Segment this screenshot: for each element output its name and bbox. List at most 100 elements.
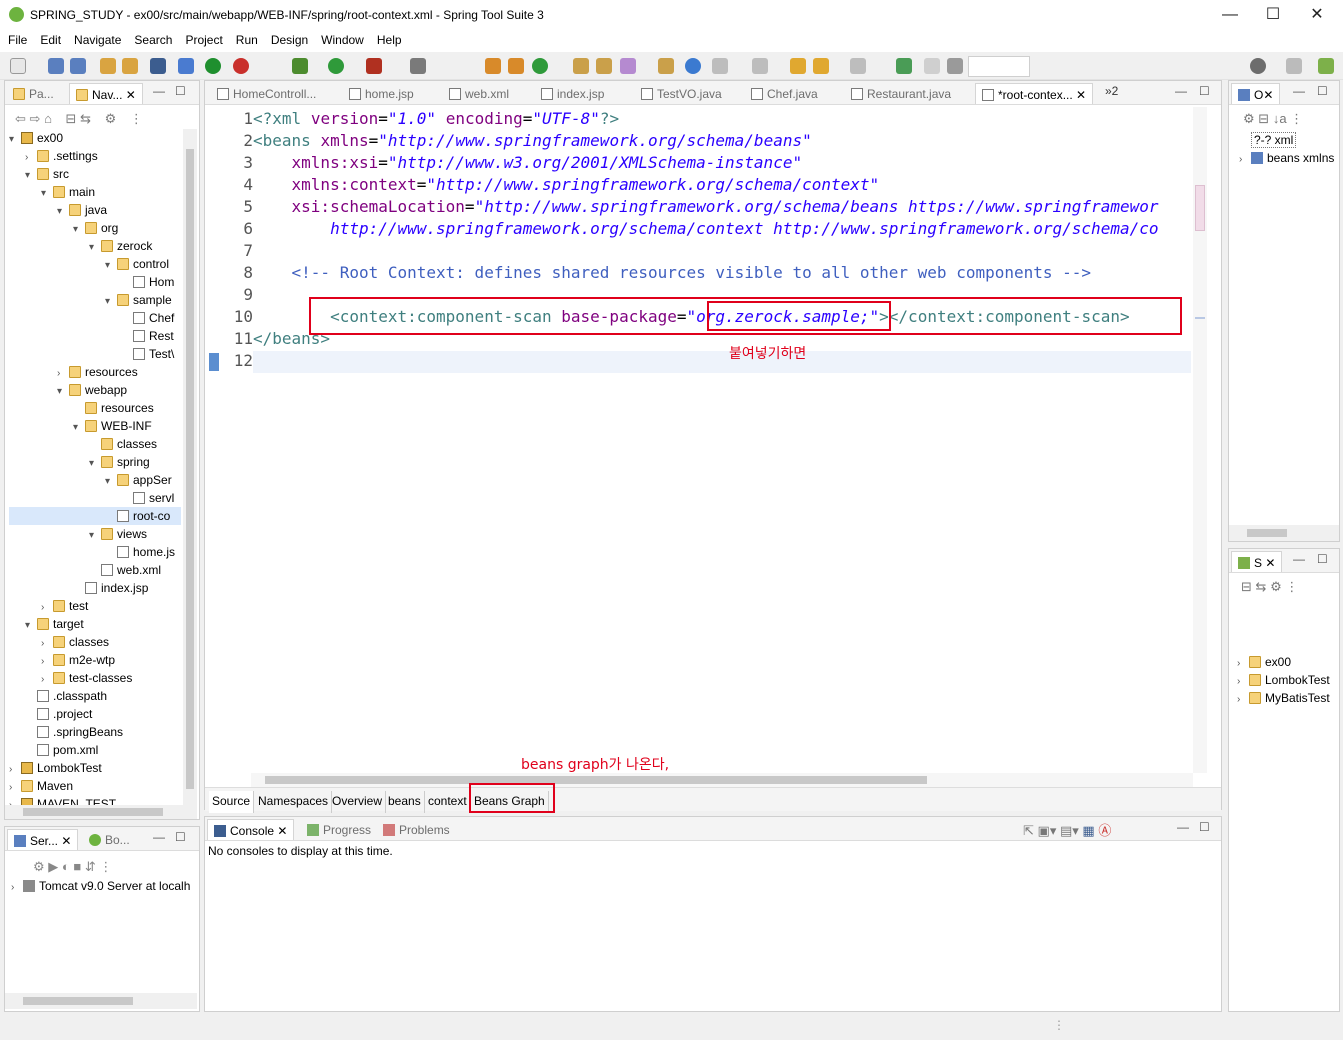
console-icon[interactable] (150, 58, 166, 74)
server-item[interactable]: › Tomcat v9.0 Server at localh (11, 877, 190, 895)
expand-arrow-icon[interactable]: ▾ (89, 455, 101, 473)
menu-window[interactable]: Window (313, 30, 369, 47)
tree-item[interactable]: › .settings (9, 147, 181, 165)
tree-item[interactable]: root-co (9, 507, 181, 525)
editor-tab[interactable]: home.jsp (343, 83, 420, 104)
server-publish-icon[interactable]: ⇵ (85, 859, 96, 874)
outline-scrollbar[interactable] (1229, 525, 1339, 541)
server-profile-icon[interactable]: ◐ (62, 859, 70, 874)
globe-icon[interactable] (685, 58, 701, 74)
tab-outline[interactable]: O✕ (1231, 83, 1281, 104)
spring-filter-icon[interactable]: ⚙ (1270, 579, 1282, 594)
filter-icon[interactable]: ⚙ (105, 111, 117, 126)
expand-arrow-icon[interactable]: ▾ (105, 257, 117, 275)
tab-package-explorer[interactable]: Pa... (7, 83, 60, 104)
editor-page-tab[interactable]: Source (209, 791, 255, 813)
new-icon[interactable] (10, 58, 26, 74)
spring-link-icon[interactable]: ⇆ (1256, 579, 1267, 594)
close-button[interactable]: ✕ (1303, 4, 1331, 26)
code-line-1[interactable]: <?xml version="1.0" encoding="UTF-8"?> (253, 109, 619, 128)
editor-tabs-overflow[interactable]: »2 (1105, 84, 1118, 98)
menu-search[interactable]: Search (126, 30, 177, 47)
editor-page-tab[interactable]: beans (385, 791, 425, 813)
spring-project-item[interactable]: › ex00 (1237, 653, 1330, 671)
forward-icon[interactable] (850, 58, 866, 74)
editor-horizontal-scrollbar[interactable] (251, 773, 1193, 787)
open-folder-icon[interactable] (658, 58, 674, 74)
collapse-all-icon[interactable]: ⊟ (66, 111, 77, 126)
open-resource-icon[interactable] (596, 58, 612, 74)
expand-arrow-icon[interactable]: ▾ (89, 527, 101, 545)
tree-item[interactable]: › test-classes (9, 669, 181, 687)
search-icon[interactable] (620, 58, 636, 74)
home-icon[interactable]: ⌂ (44, 111, 52, 126)
tree-item[interactable]: ▾ org (9, 219, 181, 237)
expand-arrow-icon[interactable]: ▾ (73, 221, 85, 239)
outline-filter-icon[interactable]: ⚙ (1243, 111, 1255, 126)
open-type-icon[interactable] (573, 58, 589, 74)
tree-item[interactable]: resources (9, 399, 181, 417)
editor-maximize-icon[interactable]: ☐ (1199, 84, 1210, 98)
code-line-6[interactable]: http://www.springframework.org/schema/co… (253, 219, 1158, 238)
tree-item[interactable]: ▾ ex00 (9, 129, 181, 147)
tree-item[interactable]: Hom (9, 273, 181, 291)
code-line-2[interactable]: <beans xmlns="http://www.springframework… (253, 131, 812, 150)
code-line-4[interactable]: xmlns:context="http://www.springframewor… (253, 175, 880, 194)
editor-tab[interactable]: TestVO.java (635, 83, 728, 104)
outline-sort-icon[interactable]: ↓a (1273, 111, 1287, 126)
editor-page-tab[interactable]: context (425, 791, 471, 813)
minimize-button[interactable]: — (1216, 4, 1244, 26)
spring-boot-icon[interactable] (233, 58, 249, 74)
debug-icon[interactable] (292, 58, 308, 74)
tab-problems[interactable]: Problems (377, 819, 456, 840)
new-java-icon[interactable] (485, 58, 501, 74)
project-tree[interactable]: ▾ ex00 › .settings ▾ src ▾ main ▾ java ▾ org ▾ zerock… (9, 129, 181, 805)
link-editor-icon[interactable]: ⇆ (80, 111, 91, 126)
editor-tab[interactable]: HomeControll... (211, 83, 322, 104)
code-line-5[interactable]: xsi:schemaLocation="http://www.springfra… (253, 197, 1159, 216)
outline-menu-icon[interactable]: ⋮ (1290, 111, 1303, 126)
tree-item[interactable]: Chef (9, 309, 181, 327)
tree-horizontal-scrollbar[interactable] (5, 805, 197, 819)
tree-item[interactable]: ▾ java (9, 201, 181, 219)
tree-item[interactable]: classes (9, 435, 181, 453)
expand-arrow-icon[interactable]: ▾ (105, 293, 117, 311)
menu-project[interactable]: Project (177, 30, 227, 47)
tree-item[interactable]: › m2e-wtp (9, 651, 181, 669)
server-start-icon[interactable]: ▶ (48, 859, 58, 874)
outline-minimize-icon[interactable]: — (1293, 84, 1305, 98)
tab-spring-explorer[interactable]: S ✕ (1231, 551, 1283, 572)
code-line-8[interactable]: <!-- Root Context: defines shared resour… (253, 263, 1092, 282)
expand-arrow-icon[interactable]: ▾ (105, 473, 117, 491)
code-line-3[interactable]: xmlns:xsi="http://www.w3.org/2001/XMLSch… (253, 153, 803, 172)
outline-item[interactable]: ?-? xml (1239, 131, 1334, 149)
save-icon[interactable] (48, 58, 64, 74)
new-package-icon[interactable] (508, 58, 524, 74)
tree-item[interactable]: web.xml (9, 561, 181, 579)
external-tools-icon[interactable] (366, 58, 382, 74)
spring-collapse-icon[interactable]: ⊟ (1241, 579, 1252, 594)
tree-item[interactable]: › classes (9, 633, 181, 651)
pen-icon[interactable] (924, 58, 940, 74)
tree-item[interactable]: › test (9, 597, 181, 615)
expand-arrow-icon[interactable]: ▾ (25, 167, 37, 185)
expand-arrow-icon[interactable]: ▾ (57, 203, 69, 221)
spring-project-item[interactable]: › MyBatisTest (1237, 689, 1330, 707)
tab-progress[interactable]: Progress (301, 819, 377, 840)
editor-vertical-scrollbar[interactable] (1193, 107, 1207, 773)
grid-icon[interactable] (947, 58, 963, 74)
tree-item[interactable]: ▾ sample (9, 291, 181, 309)
spring-maximize-icon[interactable]: ☐ (1317, 552, 1328, 566)
tree-item[interactable]: ▾ WEB-INF (9, 417, 181, 435)
minimize-view-icon[interactable]: — (153, 84, 165, 98)
tree-item[interactable]: ▾ spring (9, 453, 181, 471)
tab-navigator[interactable]: Nav... ✕ (69, 83, 143, 104)
tree-item[interactable]: Rest (9, 327, 181, 345)
run-icon[interactable] (328, 58, 344, 74)
expand-arrow-icon[interactable]: ▾ (73, 419, 85, 437)
open-perspective-icon[interactable] (1286, 58, 1302, 74)
servers-maximize-icon[interactable]: ☐ (175, 830, 186, 844)
spring-perspective-icon[interactable] (1318, 58, 1334, 74)
stop-icon[interactable] (410, 58, 426, 74)
back-icon[interactable] (813, 58, 829, 74)
